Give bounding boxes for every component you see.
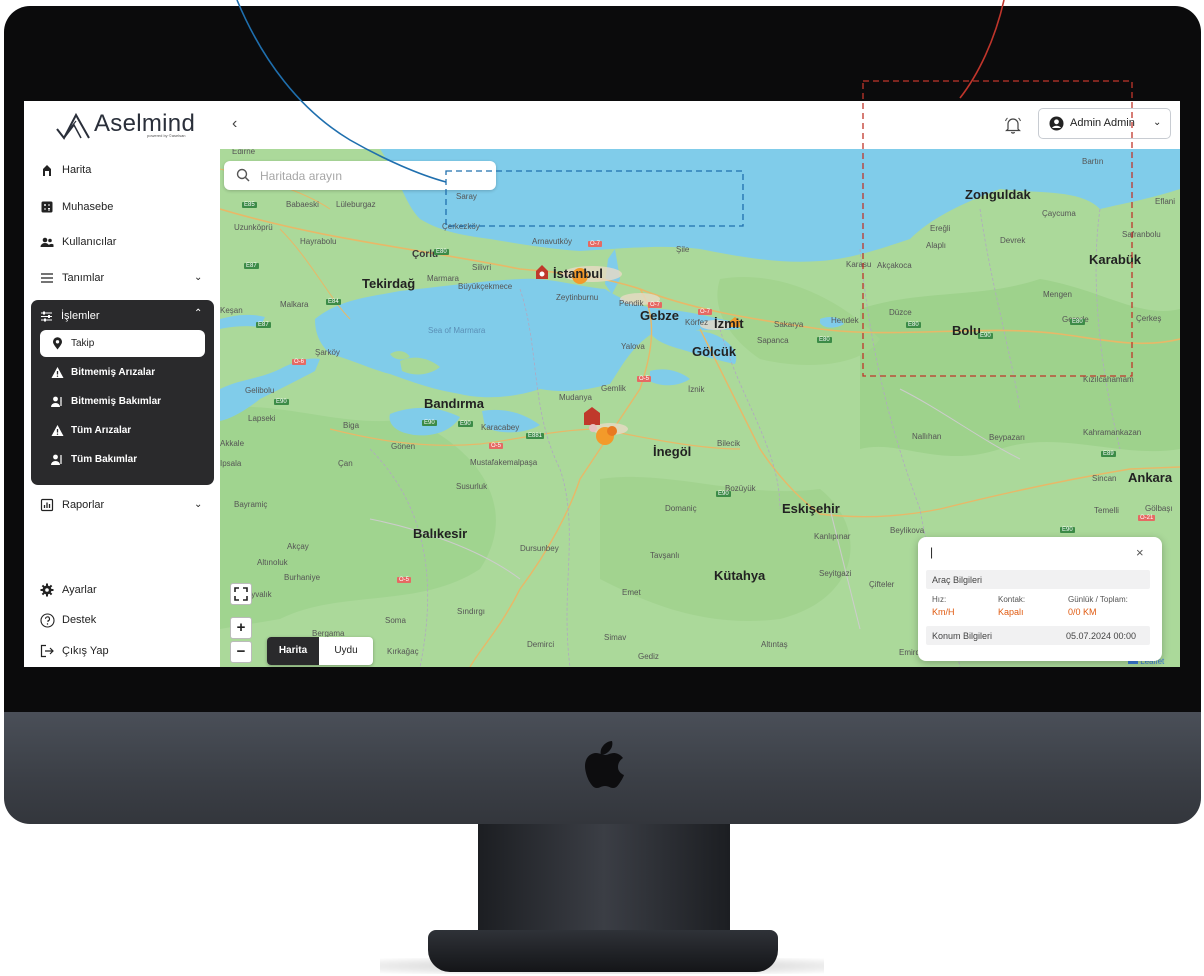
close-icon[interactable]: ×	[1136, 545, 1144, 560]
user-menu-button[interactable]: Admin Admin ⌄	[1038, 108, 1171, 139]
ignition-label: Kontak:	[998, 595, 1026, 604]
map-type-uydu-button[interactable]: Uydu	[319, 637, 373, 665]
map-type-harita-button[interactable]: Harita	[267, 637, 319, 665]
sidebar-item-label: Ayarlar	[62, 584, 97, 596]
sidebar-subitem-takip[interactable]: Takip	[40, 330, 205, 357]
map-pin-icon	[40, 163, 54, 177]
map-view[interactable]: Edirne İstanbul Zonguldak Karabük Tekird…	[220, 149, 1180, 667]
brand-tagline: powered by ©aselsan	[147, 133, 186, 138]
ignition-value: Kapalı	[998, 607, 1024, 617]
bell-icon[interactable]	[1004, 115, 1022, 135]
vehicle-title: |	[930, 545, 934, 559]
sidebar-item-islemler[interactable]: İşlemler ⌃	[39, 307, 207, 327]
chevron-up-icon: ⌃	[194, 308, 203, 319]
islemler-group: İşlemler ⌃ Takip Bitmemiş Arızalar Bitme…	[31, 300, 214, 485]
sidebar-item-label: Kullanıcılar	[62, 236, 117, 248]
vehicle-info-header: Araç Bilgileri	[926, 570, 1150, 589]
search-icon	[236, 168, 250, 182]
location-icon	[52, 337, 63, 355]
logout-icon	[40, 644, 54, 658]
vehicle-info-panel: | × Araç Bilgileri Hız: Km/H Kontak: Kap…	[918, 537, 1162, 661]
fullscreen-icon	[234, 587, 248, 601]
zoom-in-button[interactable]: +	[230, 617, 252, 639]
chevron-down-icon: ⌄	[1153, 117, 1162, 128]
collapse-sidebar-button[interactable]: ‹	[232, 115, 237, 133]
sidebar-subitem-label: Tüm Arızalar	[71, 425, 132, 436]
sidebar-subitem-label: Takip	[71, 338, 95, 349]
map-search-box	[224, 161, 496, 190]
chart-icon	[40, 498, 54, 512]
location-info-title: Konum Bilgileri	[932, 631, 993, 641]
user-circle-icon	[1049, 116, 1064, 131]
fullscreen-button[interactable]	[230, 583, 252, 605]
sidebar: Harita Muhasebe Kullanıcılar Tanımlar ⌄	[24, 149, 220, 667]
daily-total-value: 0/0 KM	[1068, 607, 1097, 617]
sliders-icon	[40, 310, 53, 326]
sidebar-item-label: Tanımlar	[62, 272, 105, 284]
sidebar-subitem-label: Bitmemiş Bakımlar	[71, 396, 162, 407]
app-screen: Aselmind powered by ©aselsan ‹ Admin Adm…	[24, 101, 1180, 667]
daily-total-label: Günlük / Toplam:	[1068, 595, 1128, 604]
sidebar-item-label: Destek	[62, 614, 97, 626]
list-icon	[40, 271, 54, 285]
calculator-icon	[40, 200, 54, 214]
vehicle-info-title: Araç Bilgileri	[932, 575, 983, 585]
maintenance-icon	[51, 453, 64, 466]
top-bar: Aselmind powered by ©aselsan ‹ Admin Adm…	[24, 101, 1180, 149]
location-info-header: Konum Bilgileri 05.07.2024 00:00	[926, 626, 1150, 645]
warning-icon	[51, 366, 64, 379]
sidebar-subitem-label: Tüm Bakımlar	[71, 454, 138, 465]
sidebar-item-label: İşlemler	[61, 310, 100, 322]
imac-stand-base	[428, 930, 778, 972]
user-name: Admin Admin	[1070, 117, 1135, 129]
sidebar-item-label: Muhasebe	[62, 201, 114, 213]
gear-icon	[40, 583, 54, 597]
speed-label: Hız:	[932, 595, 947, 604]
chevron-down-icon: ⌄	[194, 272, 203, 283]
speed-value: Km/H	[932, 607, 955, 617]
map-type-toggle: Harita Uydu	[267, 637, 373, 665]
map-search-input[interactable]	[258, 165, 492, 187]
maintenance-icon	[51, 395, 64, 408]
help-icon	[40, 613, 55, 628]
sidebar-item-label: Çıkış Yap	[62, 645, 109, 657]
sidebar-item-label: Raporlar	[62, 499, 105, 511]
aselmind-logo-icon	[56, 112, 90, 140]
chevron-down-icon: ⌄	[194, 499, 203, 510]
sidebar-item-label: Harita	[62, 164, 92, 176]
users-icon	[40, 235, 54, 249]
location-timestamp: 05.07.2024 00:00	[1066, 631, 1137, 641]
warning-icon	[51, 424, 64, 437]
zoom-out-button[interactable]: −	[230, 641, 252, 663]
apple-logo-icon	[585, 741, 624, 788]
imac-stand	[478, 824, 730, 940]
sidebar-subitem-label: Bitmemiş Arızalar	[71, 367, 156, 378]
